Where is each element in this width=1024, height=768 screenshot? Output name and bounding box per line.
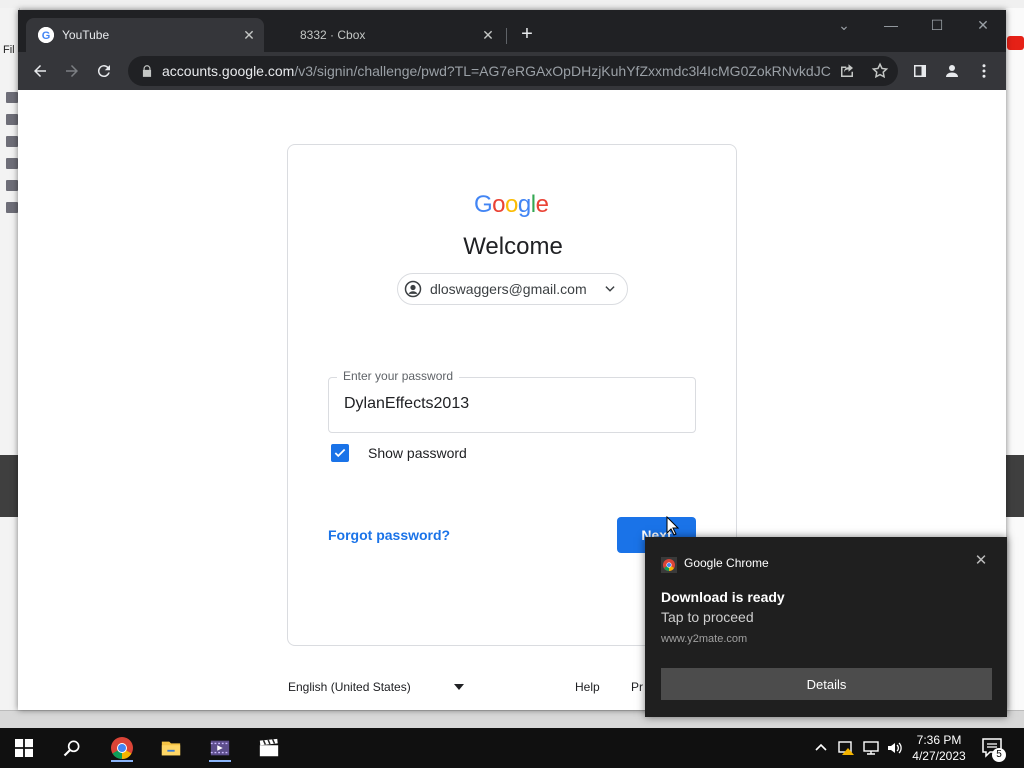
clapperboard-icon[interactable]: [255, 734, 283, 762]
active-app-indicator: [209, 760, 231, 762]
account-chooser-chip[interactable]: dloswaggers@gmail.com: [397, 273, 628, 305]
browser-toolbar: accounts.google.com/v3/signin/challenge/…: [18, 52, 1006, 90]
clock-date[interactable]: 4/27/2023: [910, 749, 968, 763]
youtube-icon: [1007, 36, 1024, 50]
file-explorer-icon[interactable]: [157, 734, 185, 762]
back-arrow-icon[interactable]: [28, 59, 52, 83]
lock-icon[interactable]: [140, 64, 154, 78]
show-password-label[interactable]: Show password: [368, 445, 467, 461]
video-editor-icon[interactable]: [206, 734, 234, 762]
background-folder-icon: [6, 114, 18, 125]
reload-icon[interactable]: [92, 59, 116, 83]
tab-title: 8332 · Cbox: [300, 28, 366, 42]
bookmark-star-icon[interactable]: [871, 62, 889, 80]
google-logo-letter: G: [474, 191, 493, 218]
mouse-cursor-icon: [666, 516, 680, 536]
dropdown-arrow-icon[interactable]: [454, 683, 464, 691]
windows-taskbar: 7:36 PM 4/27/2023 5: [0, 728, 1024, 768]
background-folder-icon: [6, 202, 18, 213]
background-file-menu[interactable]: Fil: [3, 44, 15, 56]
side-panel-icon[interactable]: [908, 59, 932, 83]
clock-time[interactable]: 7:36 PM: [910, 733, 968, 747]
background-folder-icon: [6, 158, 18, 169]
url-path: /v3/signin/challenge/pwd?TL=AG7eRGAxOpDH…: [294, 63, 832, 79]
windows-start-icon[interactable]: [10, 734, 38, 762]
chevron-down-icon: [603, 282, 617, 296]
password-field-label: Enter your password: [337, 369, 460, 383]
background-folder-icon: [6, 180, 18, 191]
maximize-button[interactable]: ☐: [914, 14, 960, 36]
google-logo-letter: g: [517, 191, 531, 218]
new-tab-button[interactable]: +: [516, 24, 538, 46]
background-app-sidebar: Fil: [0, 8, 20, 718]
kebab-menu-icon[interactable]: [972, 59, 996, 83]
background-folder-icon: [6, 92, 18, 103]
notification-count-badge: 5: [992, 748, 1006, 762]
close-icon[interactable]: ✕: [240, 26, 258, 44]
close-icon[interactable]: ✕: [479, 26, 497, 44]
search-icon[interactable]: [58, 734, 86, 762]
google-logo: Google: [474, 191, 550, 218]
profile-icon[interactable]: [940, 59, 964, 83]
network-icon[interactable]: [862, 739, 880, 757]
google-logo-letter: e: [535, 191, 549, 218]
chrome-icon[interactable]: [108, 734, 136, 762]
active-app-indicator: [111, 760, 133, 762]
language-select[interactable]: English (United States): [288, 680, 468, 694]
privacy-link[interactable]: Pr: [631, 680, 643, 694]
tab-strip: G YouTube ✕ 8332 · Cbox ✕ + ⌄ — ☐ ✕: [18, 10, 1006, 52]
forgot-password-link[interactable]: Forgot password?: [328, 527, 450, 543]
forward-arrow-icon[interactable]: [60, 59, 84, 83]
address-bar[interactable]: accounts.google.com/v3/signin/challenge/…: [128, 56, 898, 86]
details-button[interactable]: Details: [661, 668, 992, 700]
download-notification[interactable]: Google Chrome ✕ Download is ready Tap to…: [645, 537, 1007, 717]
password-input[interactable]: [344, 395, 674, 413]
chrome-icon: [661, 557, 677, 573]
account-email: dloswaggers@gmail.com: [430, 281, 587, 297]
tab-title: YouTube: [62, 28, 110, 42]
volume-icon[interactable]: [886, 739, 904, 757]
tab-divider: [506, 28, 507, 44]
notification-title: Download is ready: [661, 589, 785, 605]
tab-cbox[interactable]: 8332 · Cbox ✕: [268, 18, 503, 52]
background-right-strip: [1006, 8, 1024, 718]
background-folder-icon: [6, 136, 18, 147]
svg-text:G: G: [42, 30, 51, 42]
help-link[interactable]: Help: [575, 680, 600, 694]
share-icon[interactable]: [838, 62, 856, 80]
notification-source: www.y2mate.com: [661, 633, 748, 645]
google-logo-letter: o: [492, 191, 506, 218]
password-field[interactable]: Enter your password: [328, 369, 696, 433]
google-favicon-icon: G: [38, 27, 54, 43]
background-panel: [1006, 455, 1024, 517]
background-panel: [0, 455, 18, 517]
notification-body: Tap to proceed: [661, 609, 754, 625]
tab-search-chevron-icon[interactable]: ⌄: [821, 14, 867, 36]
close-icon[interactable]: ✕: [973, 553, 989, 569]
url-domain: accounts.google.com: [162, 63, 295, 79]
page-title: Welcome: [463, 233, 563, 260]
show-password-checkbox[interactable]: [331, 444, 349, 462]
notification-app-name: Google Chrome: [684, 556, 769, 570]
url-text: accounts.google.com/v3/signin/challenge/…: [162, 63, 832, 79]
account-circle-icon: [404, 280, 422, 298]
window-close-button[interactable]: ✕: [960, 14, 1006, 36]
google-logo-letter: o: [505, 191, 518, 218]
minimize-button[interactable]: —: [868, 14, 914, 36]
tab-youtube[interactable]: G YouTube ✕: [26, 18, 264, 52]
chevron-up-icon[interactable]: [814, 740, 828, 754]
network-warning-icon[interactable]: [838, 739, 856, 757]
